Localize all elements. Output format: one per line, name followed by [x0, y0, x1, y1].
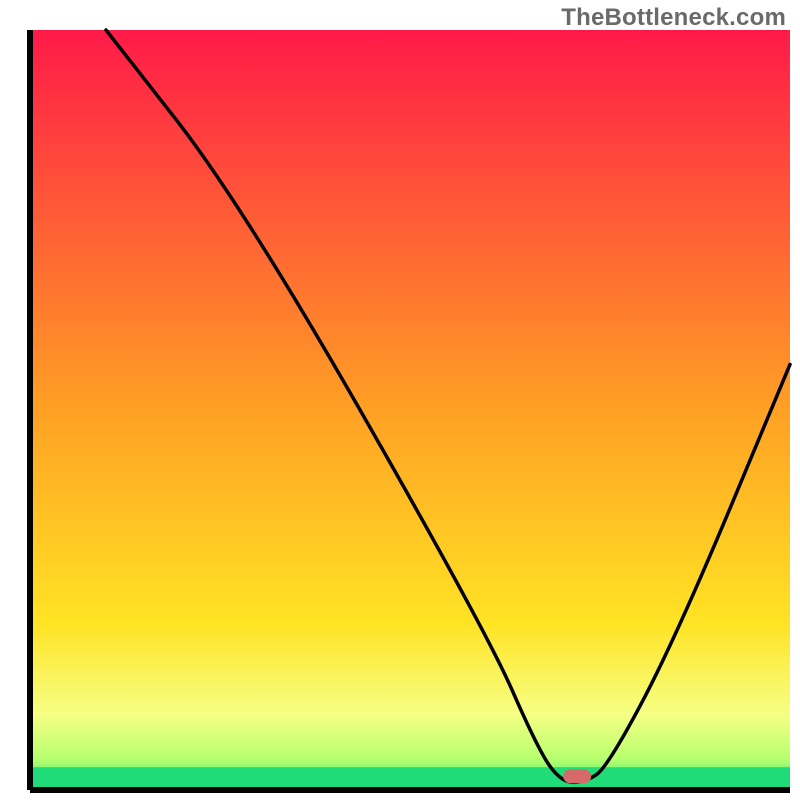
- gradient-background: [30, 30, 790, 790]
- bottleneck-curve-chart: [0, 0, 800, 800]
- green-floor-band: [30, 767, 790, 790]
- watermark-text: TheBottleneck.com: [561, 4, 786, 32]
- chart-container: TheBottleneck.com: [0, 0, 800, 800]
- optimal-point-marker: [563, 769, 591, 783]
